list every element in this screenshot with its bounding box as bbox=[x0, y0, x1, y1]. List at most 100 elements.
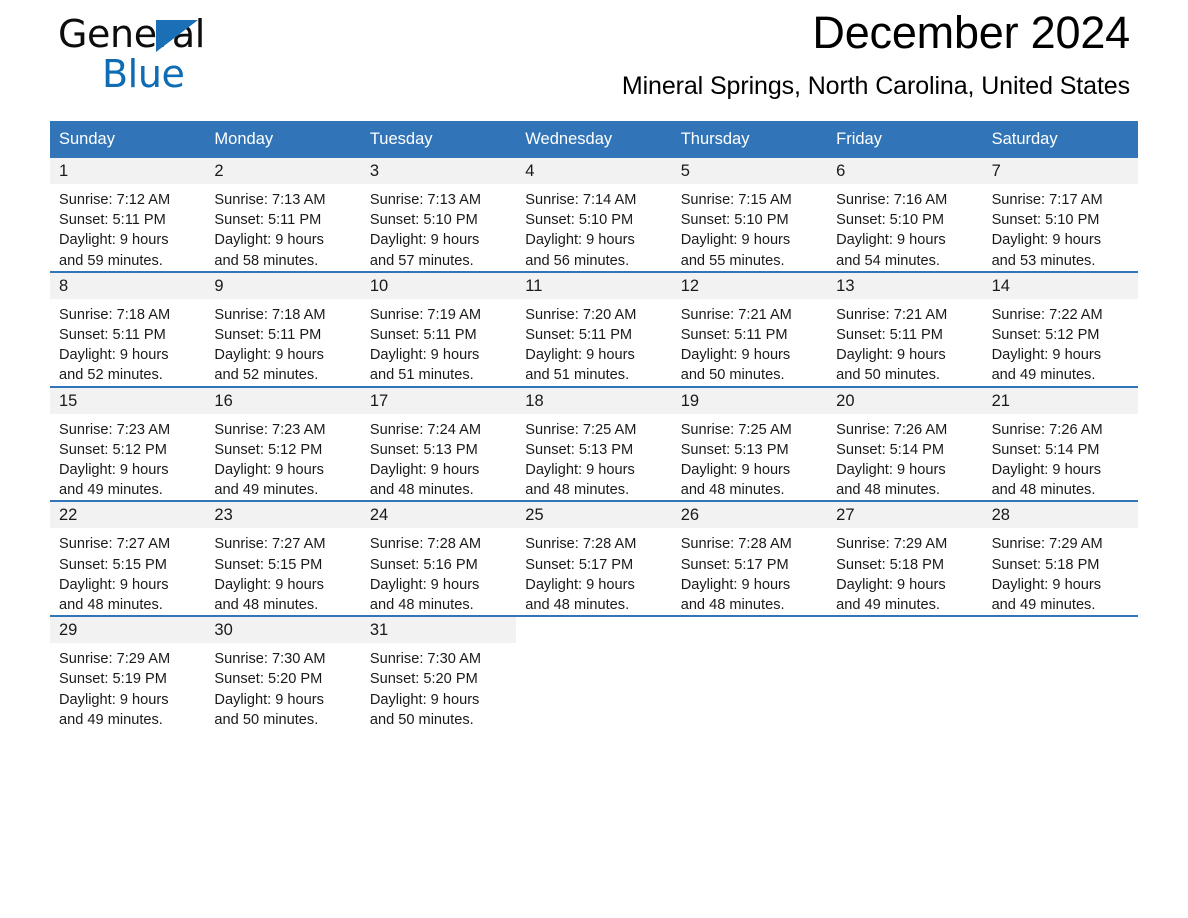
calendar-weeks: 1 Sunrise: 7:12 AM Sunset: 5:11 PM Daylight… bbox=[50, 158, 1138, 730]
day-number: 27 bbox=[836, 506, 855, 525]
calendar-day-cell[interactable]: 10 Sunrise: 7:19 AM Sunset: 5:11 PM Dayligh… bbox=[360, 272, 517, 386]
calendar-day-cell[interactable]: 3 Sunrise: 7:13 AM Sunset: 5:10 PM Daylight… bbox=[360, 158, 517, 271]
daylight-duration-line2: and 49 minutes. bbox=[59, 482, 163, 499]
daylight-duration-line2: and 48 minutes. bbox=[680, 482, 785, 499]
daylight-duration-line1: Daylight: 9 hours bbox=[991, 232, 1102, 249]
daylight-duration-line2: and 59 minutes. bbox=[59, 252, 163, 269]
daylight-duration-line1: Daylight: 9 hours bbox=[214, 576, 324, 593]
sunset-time: Sunset: 5:13 PM bbox=[680, 441, 789, 458]
sunrise-time: Sunrise: 7:17 AM bbox=[991, 192, 1103, 208]
calendar-day-cell[interactable]: 2 Sunrise: 7:13 AM Sunset: 5:11 PM Daylight… bbox=[205, 158, 361, 271]
sunset-time: Sunset: 5:12 PM bbox=[214, 441, 323, 458]
calendar-day-cell-empty bbox=[827, 617, 982, 730]
day-details bbox=[516, 643, 671, 649]
sunrise-time: Sunrise: 7:26 AM bbox=[836, 421, 948, 438]
day-details bbox=[983, 643, 1138, 649]
calendar-day-cell[interactable]: 29 Sunrise: 7:29 AM Sunset: 5:19 PM Dayligh… bbox=[50, 617, 206, 730]
calendar-day-cell[interactable]: 27 Sunrise: 7:29 AM Sunset: 5:18 PM Dayligh… bbox=[827, 502, 983, 615]
day-number: 29 bbox=[59, 621, 78, 640]
daylight-duration-line2: and 49 minutes. bbox=[214, 482, 319, 499]
daylight-duration-line2: and 48 minutes. bbox=[991, 482, 1096, 499]
day-number: 10 bbox=[369, 276, 389, 295]
generalblue-logo[interactable]: General Blue bbox=[58, 14, 318, 106]
day-number: 5 bbox=[680, 162, 690, 180]
weekday-header-thursday: Thursday bbox=[680, 130, 750, 148]
calendar-day-cell[interactable]: 9 Sunrise: 7:18 AM Sunset: 5:11 PM Daylight… bbox=[205, 272, 361, 386]
daylight-duration-line1: Daylight: 9 hours bbox=[525, 347, 635, 364]
calendar-week-row: 1 Sunrise: 7:12 AM Sunset: 5:11 PM Daylight… bbox=[50, 158, 1138, 271]
calendar-day-cell[interactable]: 1 Sunrise: 7:12 AM Sunset: 5:11 PM Daylight… bbox=[50, 158, 206, 271]
calendar-day-cell[interactable]: 4 Sunrise: 7:14 AM Sunset: 5:10 PM Daylight… bbox=[516, 158, 672, 271]
day-number-band: 21 bbox=[982, 387, 1138, 414]
daylight-duration-line1: Daylight: 9 hours bbox=[369, 576, 480, 593]
sunrise-time: Sunrise: 7:25 AM bbox=[680, 421, 792, 438]
calendar-day-cell[interactable]: 24 Sunrise: 7:28 AM Sunset: 5:16 PM Dayligh… bbox=[360, 502, 517, 615]
daylight-duration-line2: and 52 minutes. bbox=[59, 367, 163, 384]
calendar-day-cell[interactable]: 18 Sunrise: 7:25 AM Sunset: 5:13 PM Dayligh… bbox=[516, 387, 672, 501]
calendar-day-cell[interactable]: 6 Sunrise: 7:16 AM Sunset: 5:10 PM Daylight… bbox=[827, 158, 983, 271]
day-number-band: 23 bbox=[205, 502, 361, 529]
calendar-day-cell[interactable]: 28 Sunrise: 7:29 AM Sunset: 5:18 PM Dayligh… bbox=[982, 502, 1138, 615]
calendar-day-cell[interactable]: 25 Sunrise: 7:28 AM Sunset: 5:17 PM Dayligh… bbox=[516, 502, 672, 615]
calendar-day-cell[interactable]: 30 Sunrise: 7:30 AM Sunset: 5:20 PM Dayligh… bbox=[205, 617, 361, 730]
sunset-time: Sunset: 5:11 PM bbox=[214, 212, 322, 229]
calendar-day-cell[interactable]: 22 Sunrise: 7:27 AM Sunset: 5:15 PM Dayligh… bbox=[50, 502, 206, 615]
sunrise-time: Sunrise: 7:26 AM bbox=[991, 421, 1103, 438]
calendar-day-cell[interactable]: 12 Sunrise: 7:21 AM Sunset: 5:11 PM Dayligh… bbox=[671, 272, 828, 386]
day-details: Sunrise: 7:29 AM Sunset: 5:18 PM Daylight:… bbox=[827, 528, 982, 615]
daylight-duration-line1: Daylight: 9 hours bbox=[59, 691, 169, 708]
daylight-duration-line2: and 49 minutes. bbox=[991, 367, 1096, 384]
daylight-duration-line1: Daylight: 9 hours bbox=[680, 576, 791, 593]
day-number: 30 bbox=[214, 621, 233, 640]
day-number-band: 31 bbox=[360, 617, 517, 644]
sunset-time: Sunset: 5:16 PM bbox=[369, 556, 478, 573]
location-subtitle: Mineral Springs, North Carolina, United … bbox=[621, 72, 1130, 100]
sunrise-time: Sunrise: 7:23 AM bbox=[59, 421, 171, 438]
day-details: Sunrise: 7:25 AM Sunset: 5:13 PM Daylight:… bbox=[672, 414, 827, 501]
sunset-time: Sunset: 5:18 PM bbox=[991, 556, 1100, 573]
calendar-day-cell[interactable]: 17 Sunrise: 7:24 AM Sunset: 5:13 PM Dayligh… bbox=[360, 387, 517, 501]
day-number: 28 bbox=[991, 506, 1010, 525]
calendar-day-cell[interactable]: 21 Sunrise: 7:26 AM Sunset: 5:14 PM Dayligh… bbox=[982, 387, 1138, 501]
sunset-time: Sunset: 5:11 PM bbox=[369, 327, 477, 344]
sunrise-time: Sunrise: 7:21 AM bbox=[836, 306, 948, 323]
daylight-duration-line1: Daylight: 9 hours bbox=[836, 232, 946, 249]
day-number-band: 20 bbox=[827, 387, 983, 414]
sunset-time: Sunset: 5:10 PM bbox=[680, 212, 789, 229]
sunrise-time: Sunrise: 7:25 AM bbox=[525, 421, 637, 438]
daylight-duration-line1: Daylight: 9 hours bbox=[214, 691, 324, 708]
daylight-duration-line1: Daylight: 9 hours bbox=[991, 576, 1102, 593]
daylight-duration-line1: Daylight: 9 hours bbox=[214, 232, 324, 249]
calendar-day-cell[interactable]: 20 Sunrise: 7:26 AM Sunset: 5:14 PM Dayligh… bbox=[827, 387, 983, 501]
calendar-day-cell[interactable]: 23 Sunrise: 7:27 AM Sunset: 5:15 PM Dayligh… bbox=[205, 502, 361, 615]
daylight-duration-line2: and 48 minutes. bbox=[59, 597, 163, 614]
calendar-day-cell[interactable]: 7 Sunrise: 7:17 AM Sunset: 5:10 PM Daylight… bbox=[982, 158, 1138, 271]
day-details: Sunrise: 7:16 AM Sunset: 5:10 PM Daylight:… bbox=[827, 184, 982, 271]
calendar-day-cell[interactable]: 8 Sunrise: 7:18 AM Sunset: 5:11 PM Daylight… bbox=[50, 272, 206, 386]
sunrise-time: Sunrise: 7:19 AM bbox=[369, 306, 481, 323]
sunrise-time: Sunrise: 7:24 AM bbox=[369, 421, 481, 438]
day-number-band bbox=[983, 617, 1138, 643]
calendar-day-cell[interactable]: 26 Sunrise: 7:28 AM Sunset: 5:17 PM Dayligh… bbox=[671, 502, 828, 615]
calendar-day-cell[interactable]: 5 Sunrise: 7:15 AM Sunset: 5:10 PM Daylight… bbox=[671, 158, 828, 271]
calendar-day-cell[interactable]: 19 Sunrise: 7:25 AM Sunset: 5:13 PM Dayligh… bbox=[671, 387, 828, 501]
calendar-day-cell[interactable]: 11 Sunrise: 7:20 AM Sunset: 5:11 PM Dayligh… bbox=[516, 272, 672, 386]
calendar-day-cell[interactable]: 16 Sunrise: 7:23 AM Sunset: 5:12 PM Dayligh… bbox=[205, 387, 361, 501]
sunrise-time: Sunrise: 7:14 AM bbox=[525, 192, 637, 208]
calendar-day-cell[interactable]: 13 Sunrise: 7:21 AM Sunset: 5:11 PM Dayligh… bbox=[827, 272, 983, 386]
daylight-duration-line1: Daylight: 9 hours bbox=[525, 576, 635, 593]
calendar-day-cell[interactable]: 14 Sunrise: 7:22 AM Sunset: 5:12 PM Dayligh… bbox=[982, 272, 1138, 386]
sunset-time: Sunset: 5:19 PM bbox=[59, 671, 167, 688]
sunrise-time: Sunrise: 7:15 AM bbox=[680, 192, 792, 208]
calendar-day-cell[interactable]: 15 Sunrise: 7:23 AM Sunset: 5:12 PM Dayligh… bbox=[50, 387, 206, 501]
daylight-duration-line1: Daylight: 9 hours bbox=[525, 232, 635, 249]
calendar-day-cell[interactable]: 31 Sunrise: 7:30 AM Sunset: 5:20 PM Dayligh… bbox=[360, 617, 517, 730]
day-details: Sunrise: 7:27 AM Sunset: 5:15 PM Daylight:… bbox=[50, 528, 205, 615]
daylight-duration-line2: and 58 minutes. bbox=[214, 252, 319, 269]
daylight-duration-line1: Daylight: 9 hours bbox=[836, 462, 946, 479]
day-details: Sunrise: 7:18 AM Sunset: 5:11 PM Daylight:… bbox=[205, 299, 360, 386]
daylight-duration-line1: Daylight: 9 hours bbox=[369, 691, 480, 708]
logo-text-general: General bbox=[58, 14, 318, 54]
sunset-time: Sunset: 5:14 PM bbox=[836, 441, 945, 458]
day-number: 17 bbox=[369, 391, 389, 410]
